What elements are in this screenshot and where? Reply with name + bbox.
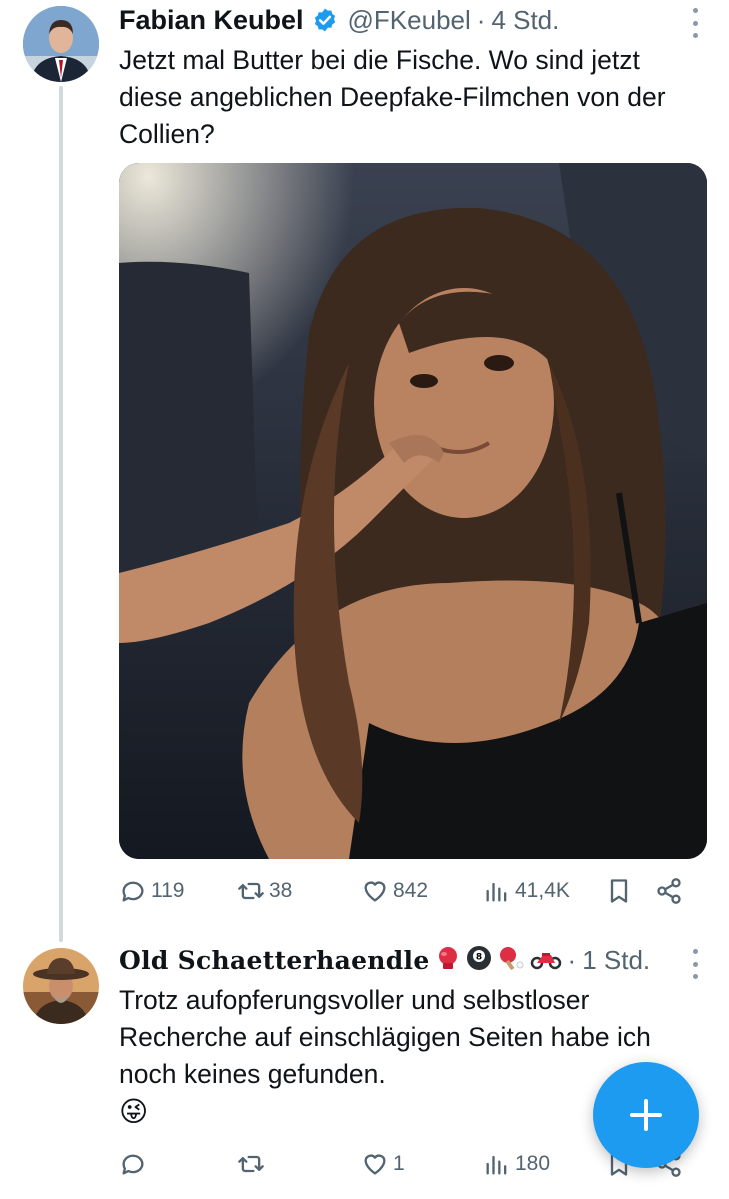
handle[interactable]: @FKeubel [348, 5, 471, 36]
eight-ball-icon: 8 [466, 945, 492, 976]
like-icon [364, 881, 386, 902]
avatar-old-schaetterhaendle[interactable] [23, 948, 99, 1024]
repost-icon [238, 1155, 264, 1173]
tweet-text-body: Trotz aufopferungsvoller und selbstloser… [119, 985, 651, 1089]
separator-dot: · [567, 944, 577, 975]
view-count: 180 [515, 1152, 551, 1175]
motorcycle-icon [530, 945, 562, 976]
like-button[interactable]: 842 [361, 877, 483, 905]
verified-badge-icon [312, 7, 338, 33]
reply-icon [122, 881, 144, 902]
ping-pong-icon [497, 945, 525, 976]
tweet-main[interactable]: Fabian Keubel @FKeubel · 4 Std. Jetzt ma… [0, 0, 729, 942]
like-count: 842 [393, 879, 429, 902]
like-icon [364, 1154, 386, 1175]
reply-icon [122, 1154, 144, 1175]
views-icon [486, 882, 507, 902]
view-count: 41,4K [515, 879, 570, 902]
reply-button[interactable]: 119 [119, 877, 237, 905]
tweet-header: Old Schaetterhaendle 8 · 1 Std. [119, 942, 650, 978]
reply-button[interactable] [119, 1150, 237, 1178]
more-icon[interactable] [691, 8, 699, 38]
repost-count: 38 [269, 879, 293, 902]
thread-connector [59, 86, 63, 942]
tweet-image[interactable] [119, 163, 707, 859]
timestamp[interactable]: 1 Std. [582, 945, 650, 976]
tweet-header: Fabian Keubel @FKeubel · 4 Std. [119, 2, 559, 38]
bookmark-icon [610, 879, 628, 903]
share-icon [657, 878, 681, 904]
tweet-actions: 119 38 842 41,4K [119, 877, 699, 905]
display-name[interactable]: Fabian Keubel [119, 5, 304, 36]
repost-icon [238, 882, 264, 900]
views-icon [486, 1155, 507, 1175]
repost-button[interactable] [237, 1150, 361, 1178]
bookmark-button[interactable] [605, 877, 655, 905]
tweet-text: Jetzt mal Butter bei die Fische. Wo sind… [119, 45, 666, 149]
compose-button[interactable] [593, 1062, 699, 1168]
share-button[interactable] [655, 877, 695, 905]
separator-dot: · [476, 4, 486, 35]
avatar-fabian-keubel[interactable] [23, 6, 99, 82]
repost-button[interactable]: 38 [237, 877, 361, 905]
compose-plus-icon [630, 1099, 662, 1131]
tongue-wink-emoji: 😜 [119, 1096, 149, 1127]
boxing-glove-icon [435, 945, 461, 976]
reply-count: 119 [151, 879, 185, 902]
display-name[interactable]: Old Schaetterhaendle [119, 946, 430, 975]
like-count: 1 [393, 1152, 405, 1175]
timestamp[interactable]: 4 Std. [491, 5, 559, 36]
like-button[interactable]: 1 [361, 1150, 483, 1178]
more-icon[interactable] [691, 949, 699, 979]
views-button[interactable]: 41,4K [483, 877, 605, 905]
views-button[interactable]: 180 [483, 1150, 605, 1178]
svg-text:8: 8 [475, 952, 481, 962]
